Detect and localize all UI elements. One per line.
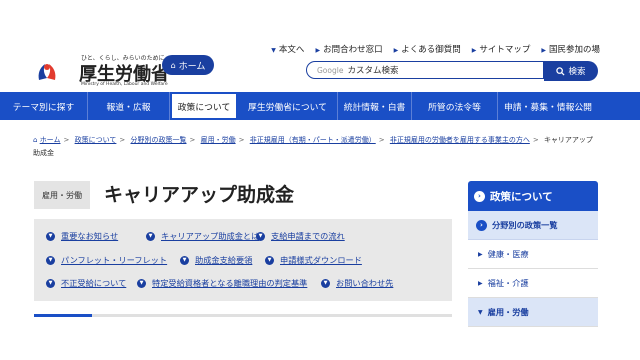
side-menu-title[interactable]: › 政策について xyxy=(468,181,598,211)
site-name-en: Ministry of Health, Labour and Welfare xyxy=(81,82,168,87)
triangle-icon: ▶ xyxy=(471,47,477,54)
side-menu: › 政策について › 分野別の政策一覧 ▶ 健康・医療 ▶ 福祉・介護 ▼ 雇用… xyxy=(468,181,598,327)
chevron-down-icon: ▼ xyxy=(256,231,265,241)
nav-item-laws[interactable]: 所管の法令等 xyxy=(412,92,498,120)
breadcrumb-policy[interactable]: 政策について xyxy=(75,136,117,144)
anchor-link-notice[interactable]: ▼ 重要なお知らせ xyxy=(46,230,118,242)
anchor-link-forms[interactable]: ▼ 申請様式ダウンロード xyxy=(265,254,362,266)
search-placeholder: カスタム検索 xyxy=(347,66,399,76)
search-input[interactable]: Google カスタム検索 xyxy=(306,61,544,79)
search-icon xyxy=(556,66,566,76)
chevron-right-icon: › xyxy=(474,190,485,202)
breadcrumb-home[interactable]: ホーム xyxy=(40,136,61,144)
anchor-link-about[interactable]: ▼ キャリアアップ助成金とは xyxy=(146,230,259,242)
nav-item-policy[interactable]: 政策について xyxy=(170,92,238,120)
side-item-employment[interactable]: ▼ 雇用・労働 xyxy=(468,298,598,327)
triangle-icon: ▶ xyxy=(478,279,483,287)
utility-links: ▼ 本文へ ▶ お問合わせ窓口 ▶ よくある御質問 ▶ サイトマップ ▶ 国民参加の場 xyxy=(271,43,600,55)
chevron-down-icon: ▼ xyxy=(265,255,274,265)
anchor-link-pamphlet[interactable]: ▼ パンフレット・リーフレット xyxy=(46,254,167,266)
section-divider xyxy=(34,314,452,317)
chevron-down-icon: ▼ xyxy=(321,278,330,288)
anchor-link-guidelines[interactable]: ▼ 助成金支給要領 xyxy=(180,254,252,266)
anchor-link-fraud[interactable]: ▼ 不正受給について xyxy=(46,277,126,289)
search-brand: Google xyxy=(317,65,344,75)
utility-link-faq[interactable]: ▶ よくある御質問 xyxy=(394,43,461,55)
home-button-label: ホーム xyxy=(178,61,206,72)
anchor-links-box: ▼ 重要なお知らせ ▼ キャリアアップ助成金とは ▼ 支給申請までの流れ ▼ パンフレッ… xyxy=(34,219,452,301)
breadcrumb-employers[interactable]: 非正規雇用の労働者を雇用する事業主の方へ xyxy=(390,136,530,144)
triangle-icon: ▼ xyxy=(271,47,276,54)
category-badge: 雇用・労働 xyxy=(34,181,90,209)
side-item-welfare[interactable]: ▶ 福祉・介護 xyxy=(468,269,598,298)
utility-link-skip[interactable]: ▼ 本文へ xyxy=(271,43,304,55)
breadcrumb-fields[interactable]: 分野別の政策一覧 xyxy=(131,136,187,144)
chevron-right-icon: › xyxy=(476,219,487,231)
triangle-down-icon: ▼ xyxy=(478,308,483,316)
triangle-icon: ▶ xyxy=(541,47,546,54)
side-item-health[interactable]: ▶ 健康・医療 xyxy=(468,240,598,269)
chevron-down-icon: ▼ xyxy=(46,255,55,265)
chevron-down-icon: ▼ xyxy=(137,278,146,288)
search-button[interactable]: 検索 xyxy=(544,61,598,81)
anchor-link-flow[interactable]: ▼ 支給申請までの流れ xyxy=(256,230,345,242)
house-icon: ⌂ xyxy=(33,136,38,144)
page-title: キャリアアップ助成金 xyxy=(104,184,295,206)
nav-item-themes[interactable]: テーマ別に探す xyxy=(0,92,88,120)
side-menu-sub[interactable]: › 分野別の政策一覧 xyxy=(468,211,598,240)
utility-link-participation[interactable]: ▶ 国民参加の場 xyxy=(541,43,600,55)
chevron-down-icon: ▼ xyxy=(46,278,55,288)
breadcrumb: ⌂ ホーム > 政策について > 分野別の政策一覧 > 雇用・労働 > 非正規雇用（有期… xyxy=(33,136,593,157)
ministry-logo-icon xyxy=(34,59,60,85)
search-bar: Google カスタム検索 検索 xyxy=(306,61,598,81)
anchor-link-contact[interactable]: ▼ お問い合わせ先 xyxy=(321,277,393,289)
anchor-link-criteria[interactable]: ▼ 特定受給資格者となる離職理由の判定基準 xyxy=(137,277,307,289)
home-button[interactable]: ⌂ ホーム xyxy=(162,55,214,75)
triangle-icon: ▶ xyxy=(393,47,399,54)
nav-item-applications[interactable]: 申請・募集・情報公開 xyxy=(498,92,598,120)
nav-item-press[interactable]: 報道・広報 xyxy=(88,92,170,120)
breadcrumb-employment[interactable]: 雇用・労働 xyxy=(201,136,236,144)
utility-link-contact[interactable]: ▶ お問合わせ窓口 xyxy=(315,43,382,55)
main-nav: テーマ別に探す 報道・広報 政策について 厚生労働省について 統計情報・白書 所… xyxy=(0,92,640,120)
search-button-label: 検索 xyxy=(568,67,586,77)
nav-item-statistics[interactable]: 統計情報・白書 xyxy=(338,92,412,120)
chevron-down-icon: ▼ xyxy=(146,231,155,241)
chevron-down-icon: ▼ xyxy=(46,231,55,241)
site-logo[interactable]: ひと、くらし、みらいのために 厚生労働省 Ministry of Health,… xyxy=(33,52,173,88)
triangle-icon: ▶ xyxy=(315,47,321,54)
breadcrumb-nonregular[interactable]: 非正規雇用（有期・パート・派遣労働） xyxy=(250,136,376,144)
triangle-icon: ▶ xyxy=(478,250,483,258)
house-icon: ⌂ xyxy=(170,60,176,70)
utility-link-sitemap[interactable]: ▶ サイトマップ xyxy=(472,43,531,55)
chevron-down-icon: ▼ xyxy=(180,255,189,265)
section-divider-accent xyxy=(34,314,92,317)
nav-item-about[interactable]: 厚生労働省について xyxy=(238,92,338,120)
